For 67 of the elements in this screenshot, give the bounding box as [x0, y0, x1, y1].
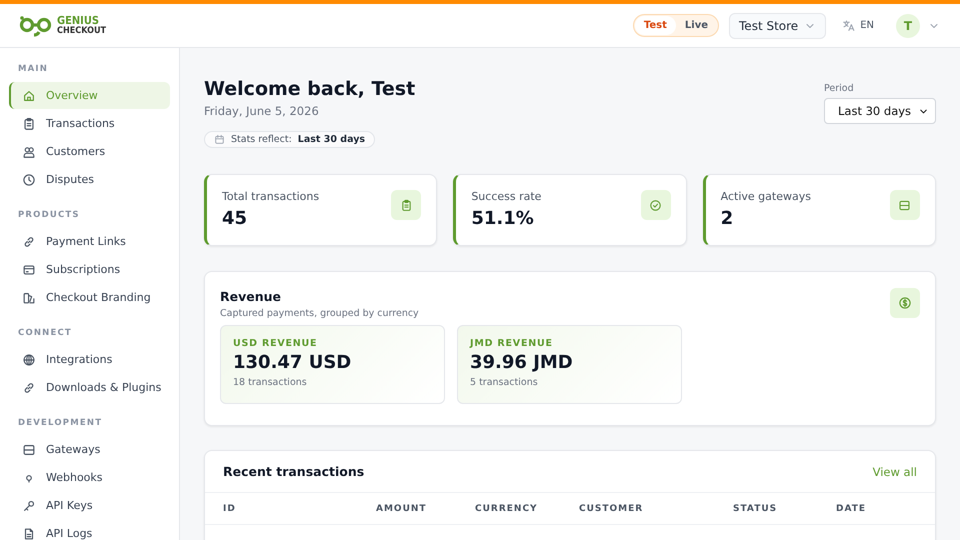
link-icon	[22, 234, 36, 248]
sidebar-item[interactable]: Payment Links	[9, 228, 170, 255]
column-header: AMOUNT	[376, 504, 428, 514]
stat-value: 51.1%	[471, 208, 535, 229]
section-heading: CONNECT	[17, 327, 73, 340]
mode-tab[interactable]: Live	[676, 16, 718, 35]
page-title: Welcome back, Test	[204, 78, 416, 100]
sidebar-item[interactable]: API Keys	[9, 492, 170, 519]
sidebar-item[interactable]: Checkout Branding	[9, 284, 170, 311]
currency-label: USD REVENUE	[233, 338, 318, 349]
sidebar-item[interactable]: Customers	[9, 138, 170, 165]
section-heading: PRODUCTS	[17, 209, 81, 222]
sidebar-item[interactable]: API Logs	[9, 520, 170, 540]
drawer-icon	[22, 442, 36, 456]
clipboard-icon	[400, 198, 413, 212]
link-icon	[22, 380, 36, 394]
currency-amount: 130.47 USD	[233, 352, 352, 373]
period-select[interactable]: Last 30 days	[824, 98, 936, 124]
logo-text: GENIUS	[57, 16, 100, 26]
stat-value: 2	[720, 208, 734, 229]
transaction-count: 5 transactions	[470, 377, 539, 388]
stats-chip: Stats reflect: Last 30 days	[204, 131, 376, 148]
translate-icon	[842, 19, 856, 32]
dollar-icon	[898, 296, 912, 310]
sidebar-item[interactable]: Downloads & Plugins	[9, 374, 170, 401]
column-header: ID	[223, 504, 237, 514]
sidebar-item[interactable]: Disputes	[9, 166, 170, 193]
column-header: CUSTOMER	[579, 504, 644, 514]
mode-tab[interactable]: Test	[634, 16, 676, 35]
section-heading: DEVELOPMENT	[17, 417, 104, 430]
column-header: CURRENCY	[475, 504, 539, 514]
sidebar-item[interactable]: Subscriptions	[9, 256, 170, 283]
key-icon	[22, 498, 36, 512]
sidebar-item[interactable]: Transactions	[9, 110, 170, 137]
section-heading: MAIN	[17, 63, 50, 76]
date-text: Friday, June 5, 2026	[204, 104, 320, 118]
swatch-icon	[22, 290, 36, 304]
sidebar-item[interactable]: Gateways	[9, 436, 170, 463]
drawer-icon	[898, 198, 912, 212]
check-circle-icon	[649, 198, 662, 212]
column-header: STATUS	[733, 504, 778, 514]
language-button[interactable]: EN	[842, 19, 874, 32]
stat-label: Success rate	[471, 190, 542, 203]
sidebar-item[interactable]: Integrations	[9, 346, 170, 373]
globe-icon	[22, 352, 36, 366]
stat-label: Active gateways	[720, 190, 811, 203]
currency-amount: 39.96 JMD	[470, 352, 574, 373]
clipboard-icon	[22, 116, 36, 130]
period-label: Period	[824, 83, 854, 94]
card-subtitle: Captured payments, grouped by currency	[220, 308, 419, 319]
document-icon	[22, 526, 36, 540]
column-header: DATE	[836, 504, 868, 514]
card-title: Revenue	[220, 289, 282, 304]
calendar-icon	[214, 134, 225, 145]
transaction-count: 18 transactions	[233, 377, 308, 388]
clock-icon	[22, 172, 36, 186]
house-icon	[22, 88, 36, 102]
store-picker[interactable]: Test Store	[729, 12, 826, 38]
card-icon	[22, 262, 36, 276]
logo-icon	[19, 14, 53, 36]
currency-label: JMD REVENUE	[470, 338, 554, 349]
stat-label: Total transactions	[222, 190, 320, 203]
stat-value: 45	[222, 208, 248, 229]
card-title: Recent transactions	[223, 464, 364, 479]
sidebar-item[interactable]: Webhooks	[9, 464, 170, 491]
logo-subtext: CHECKOUT	[57, 26, 106, 36]
people-icon	[22, 144, 36, 158]
